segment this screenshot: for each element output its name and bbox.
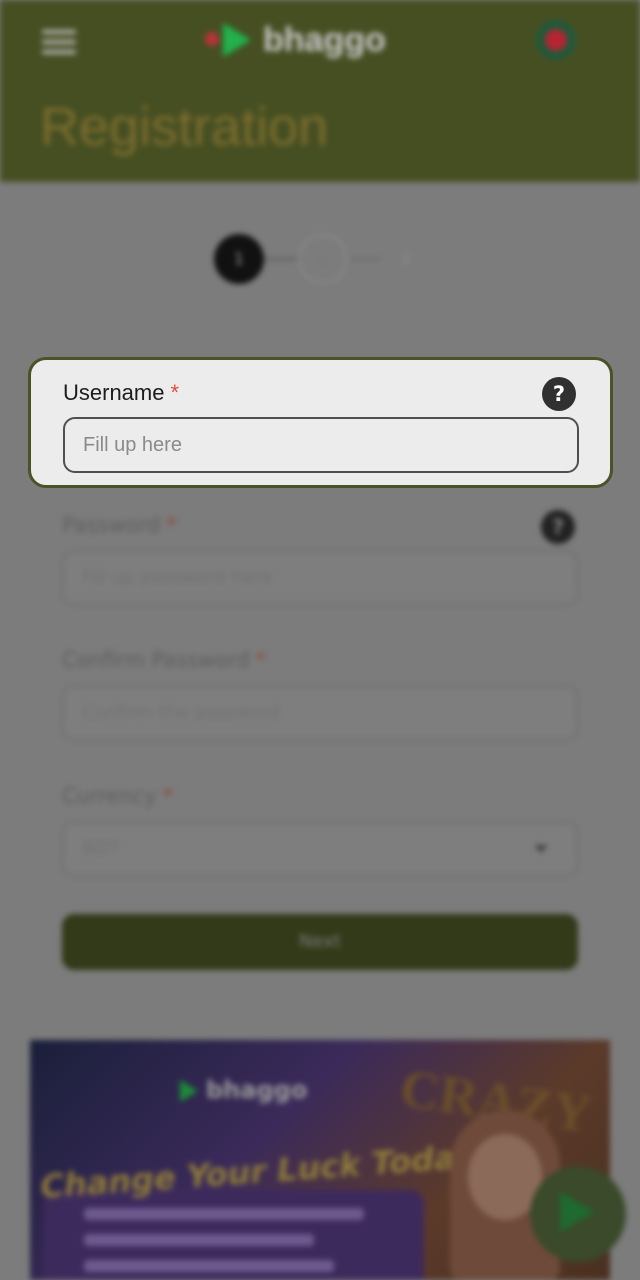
password-input[interactable]: Fill up password here xyxy=(62,550,578,606)
banner-text-panel xyxy=(44,1190,424,1280)
step-indicator: 1 2 3 xyxy=(214,234,424,284)
top-bar: bhaggo Registration xyxy=(0,0,640,182)
banner-brand: bhaggo xyxy=(180,1076,307,1104)
next-button[interactable]: Next xyxy=(62,914,578,970)
step-connector xyxy=(264,258,298,260)
currency-selected-value: BDT xyxy=(82,838,120,859)
password-label-text: Password xyxy=(62,513,161,537)
chevron-down-icon xyxy=(534,845,548,853)
banner-text-line xyxy=(84,1260,334,1272)
step-2: 2 xyxy=(298,234,348,284)
required-mark: * xyxy=(170,380,180,405)
required-mark: * xyxy=(166,513,177,537)
currency-label-text: Currency xyxy=(62,784,157,808)
username-field-card: Username * ? xyxy=(28,357,613,488)
page-title: Registration xyxy=(40,97,329,157)
banner-text-line xyxy=(84,1208,364,1220)
username-input[interactable] xyxy=(63,417,579,473)
promo-banner[interactable]: CRAZY bhaggo Change Your Luck Today! xyxy=(30,1040,610,1280)
confirm-password-label-text: Confirm Password xyxy=(62,648,250,672)
username-label-text: Username xyxy=(63,380,165,405)
step-connector xyxy=(348,258,380,260)
currency-label: Currency * xyxy=(62,784,173,808)
confirm-password-input[interactable]: Confirm the password xyxy=(62,685,578,741)
confirm-password-label: Confirm Password * xyxy=(62,648,266,672)
step-3: 3 xyxy=(399,249,411,268)
username-label: Username * xyxy=(63,380,179,406)
blurred-background: bhaggo Registration 1 2 3 Password * ? Fi… xyxy=(0,0,640,1280)
required-mark: * xyxy=(162,784,174,808)
bangladesh-flag-icon[interactable] xyxy=(536,20,576,60)
password-label: Password * xyxy=(62,513,177,537)
chat-support-button[interactable] xyxy=(530,1166,626,1262)
brand-logo[interactable]: bhaggo xyxy=(205,18,386,62)
password-help-icon[interactable]: ? xyxy=(541,510,575,544)
step-1: 1 xyxy=(214,234,264,284)
currency-select[interactable]: BDT xyxy=(62,821,578,877)
logo-dot xyxy=(205,32,219,46)
required-mark: * xyxy=(255,648,267,672)
logo-mark-icon xyxy=(223,23,251,57)
brand-name: bhaggo xyxy=(263,20,386,59)
hamburger-icon[interactable] xyxy=(42,30,76,56)
banner-text-line xyxy=(84,1234,314,1246)
help-icon[interactable]: ? xyxy=(542,377,576,411)
